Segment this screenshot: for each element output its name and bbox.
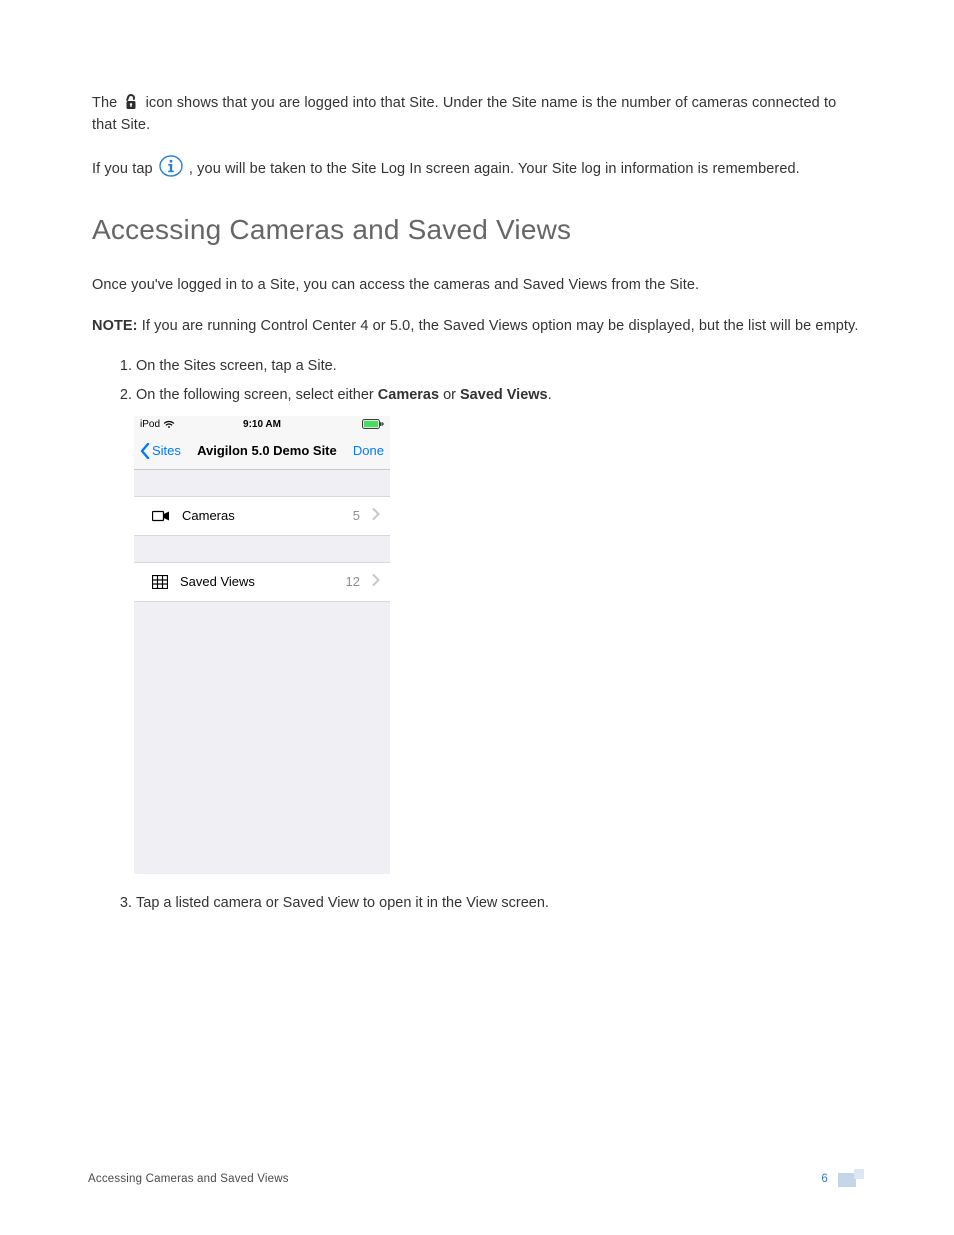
battery-icon <box>362 419 384 429</box>
row-saved-views[interactable]: Saved Views 12 <box>134 562 390 602</box>
nav-title: Avigilon 5.0 Demo Site <box>181 441 353 461</box>
nav-bar: Sites Avigilon 5.0 Demo Site Done <box>134 432 390 470</box>
note-paragraph: NOTE: If you are running Control Center … <box>92 315 864 337</box>
step-2: On the following screen, select either C… <box>136 384 864 874</box>
device-label: iPod <box>140 417 160 433</box>
text-bold: Cameras <box>378 387 439 403</box>
paragraph: Once you've logged in to a Site, you can… <box>92 274 864 296</box>
page-footer: Accessing Cameras and Saved Views 6 <box>88 1169 864 1189</box>
chevron-right-icon <box>372 572 380 592</box>
chevron-right-icon <box>372 506 380 526</box>
row-cameras[interactable]: Cameras 5 <box>134 496 390 536</box>
paragraph-lock-icon: The icon shows that you are logged into … <box>92 92 864 137</box>
step-3: Tap a listed camera or Saved View to ope… <box>136 892 864 914</box>
phone-screenshot: iPod 9:10 AM <box>134 416 390 874</box>
document-page: The icon shows that you are logged into … <box>0 0 954 1235</box>
note-text: If you are running Control Center 4 or 5… <box>142 318 859 334</box>
text: The <box>92 95 121 111</box>
step-1: On the Sites screen, tap a Site. <box>136 355 864 377</box>
wifi-icon <box>163 420 175 429</box>
back-button[interactable]: Sites <box>140 441 181 461</box>
done-button[interactable]: Done <box>353 441 384 461</box>
text: If you tap <box>92 161 157 177</box>
text-bold: Saved Views <box>460 387 548 403</box>
text: , you will be taken to the Site Log In s… <box>189 161 800 177</box>
text: icon shows that you are logged into that… <box>92 95 836 133</box>
note-label: NOTE: <box>92 318 138 334</box>
text: On the following screen, select either <box>136 387 378 403</box>
row-count: 5 <box>353 506 360 526</box>
steps-list: On the Sites screen, tap a Site. On the … <box>92 355 864 914</box>
row-label: Cameras <box>182 506 341 526</box>
back-label: Sites <box>152 441 181 461</box>
status-bar: iPod 9:10 AM <box>134 416 390 432</box>
status-time: 9:10 AM <box>243 417 281 433</box>
row-label: Saved Views <box>180 572 334 592</box>
footer-section-title: Accessing Cameras and Saved Views <box>88 1173 289 1185</box>
unlock-icon <box>123 93 139 111</box>
page-number: 6 <box>821 1173 828 1185</box>
grid-icon <box>152 575 168 589</box>
text: or <box>439 387 460 403</box>
text: . <box>548 387 552 403</box>
info-icon <box>159 155 183 177</box>
paragraph-info-icon: If you tap , you will be taken to the Si… <box>92 155 864 180</box>
camera-icon <box>152 510 170 522</box>
chevron-left-icon <box>140 443 150 459</box>
section-heading: Accessing Cameras and Saved Views <box>92 214 864 246</box>
row-count: 12 <box>346 572 360 592</box>
footer-logo-mark <box>838 1169 864 1189</box>
